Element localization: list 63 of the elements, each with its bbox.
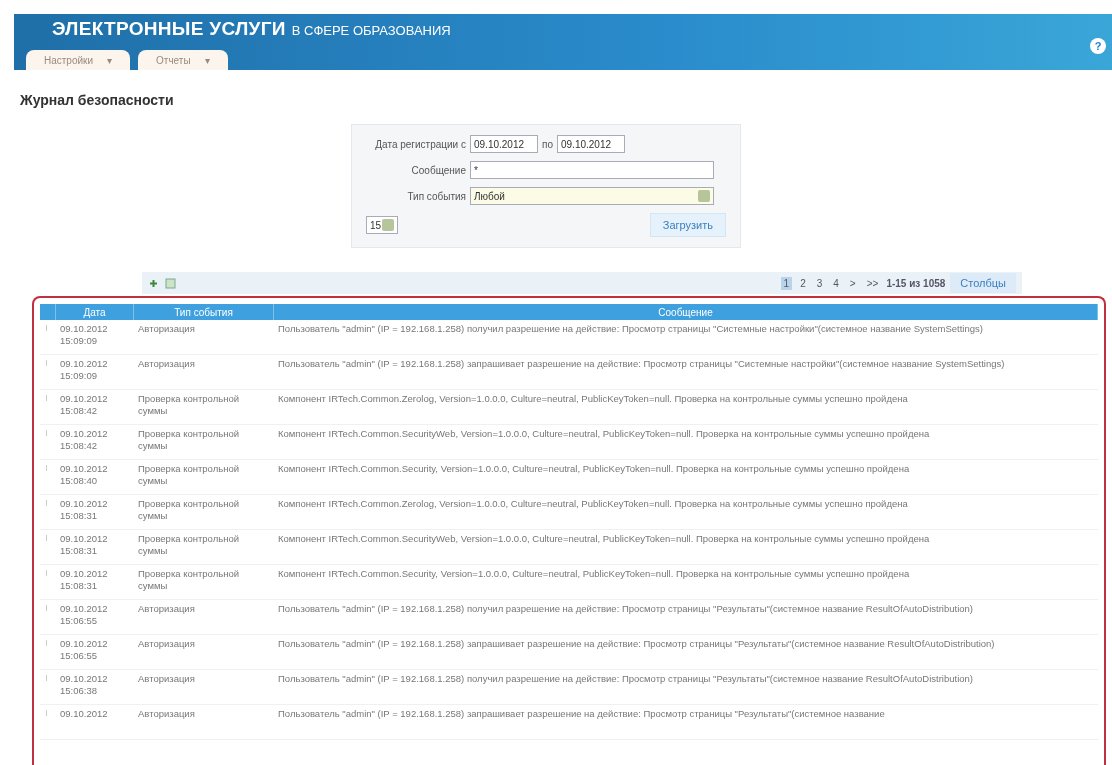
table-cell: Авторизация (134, 670, 274, 705)
table-cell: Авторизация (134, 635, 274, 670)
table-cell: 09.10.2012 15:08:42 (56, 425, 134, 460)
record-range: 1-15 из 1058 (886, 277, 946, 289)
next-page-link[interactable]: > (846, 276, 859, 290)
page-link[interactable]: 4 (830, 276, 842, 290)
table-cell: Пользователь "admin" (IP = 192.168.1.258) получил разрешение на действие: Просмотр страницы "Системные настройки"(системное название SystemSettings) (274, 320, 1098, 355)
table-cell: Компонент IRTech.Common.Zerolog, Version=1.0.0.0, Culture=neutral, PublicKeyToken=null. Проверка на контрольные суммы успешно пройдена (274, 390, 1098, 425)
table-cell: 09.10.2012 15:08:31 (56, 530, 134, 565)
table-cell: Проверка контрольной суммы (134, 390, 274, 425)
event-type-select[interactable]: Любой (470, 187, 714, 205)
table-cell: 09.10.2012 15:09:09 (56, 355, 134, 390)
table-cell: Пользователь "admin" (IP = 192.168.1.258) запрашивает разрешение на действие: Просмотр страницы "Результаты"(системное название (274, 705, 1098, 740)
table-cell: Компонент IRTech.Common.Security, Version=1.0.0.0, Culture=neutral, PublicKeyToken=null. Проверка на контрольные суммы успешно пройдена (274, 565, 1098, 600)
table-cell: Пользователь "admin" (IP = 192.168.1.258) запрашивает разрешение на действие: Просмотр страницы "Результаты"(системное название ResultOfAutoDistribution) (274, 635, 1098, 670)
table-cell: Авторизация (134, 320, 274, 355)
table-cell: Авторизация (134, 355, 274, 390)
table-cell: 09.10.2012 15:08:40 (56, 460, 134, 495)
field-label: Тип события (406, 190, 466, 202)
page-link[interactable]: 3 (813, 276, 826, 290)
table-cell: Авторизация (134, 600, 274, 635)
add-icon[interactable] (148, 277, 159, 289)
table-cell: Компонент IRTech.Common.SecurityWeb, Version=1.0.0.0, Culture=neutral, PublicKeyToken=null. Проверка на контрольные суммы успешно пройдена (274, 530, 1098, 565)
table-cell: Проверка контрольной суммы (134, 460, 274, 495)
table-cell: Проверка контрольной суммы (134, 565, 274, 600)
table-cell: Компонент IRTech.Common.Zerolog, Version=1.0.0.0, Culture=neutral, PublicKeyToken=null. Проверка на контрольные суммы успешно пройдена (274, 495, 1098, 530)
table-cell: Проверка контрольной суммы (134, 425, 274, 460)
help-icon[interactable]: ? (1090, 38, 1106, 54)
last-page-link[interactable]: >> (863, 276, 882, 290)
table-cell: Проверка контрольной суммы (134, 530, 274, 565)
site-title: ЭЛЕКТРОННЫЕ УСЛУГИ (52, 18, 286, 40)
export-icon[interactable] (165, 277, 176, 289)
date-to-field[interactable]: 09.10.2012 (557, 135, 625, 153)
table-cell: Пользователь "admin" (IP = 192.168.1.258) получил разрешение на действие: Просмотр страницы "Результаты"(системное название ResultOfAutoDistribution) (274, 670, 1098, 705)
table-cell: 09.10.2012 15:06:55 (56, 635, 134, 670)
table-cell: Компонент IRTech.Common.Security, Version=1.0.0.0, Culture=neutral, PublicKeyToken=null. Проверка на контрольные суммы успешно пройдена (274, 460, 1098, 495)
field-label: Сообщение (410, 164, 466, 176)
page-link[interactable]: 2 (797, 276, 809, 290)
table-cell: Компонент IRTech.Common.SecurityWeb, Version=1.0.0.0, Culture=neutral, PublicKeyToken=null. Проверка на контрольные суммы успешно пройдена (274, 425, 1098, 460)
column-header (40, 304, 56, 320)
table-cell: 09.10.2012 15:08:42 (56, 390, 134, 425)
message-field[interactable]: * (470, 161, 714, 179)
table-cell: 09.10.2012 15:09:09 (56, 320, 134, 355)
page-link[interactable]: 1 (780, 276, 793, 290)
table-cell: Проверка контрольной суммы (134, 495, 274, 530)
menu-tab[interactable]: Отчеты ▾ (138, 50, 228, 70)
table-cell: 09.10.2012 15:08:31 (56, 495, 134, 530)
field-label: Дата регистрации с (374, 138, 466, 150)
table-cell: 09.10.2012 15:06:55 (56, 600, 134, 635)
table-cell: 09.10.2012 15:06:38 (56, 670, 134, 705)
page-title: Журнал безопасности (20, 92, 175, 108)
field-label: по (542, 138, 553, 150)
table-cell: 09.10.2012 (56, 705, 134, 740)
table-cell: Пользователь "admin" (IP = 192.168.1.258) получил разрешение на действие: Просмотр страницы "Результаты"(системное название ResultOfAutoDistribution) (274, 600, 1098, 635)
date-from-field[interactable]: 09.10.2012 (470, 135, 538, 153)
columns-button[interactable]: Столбцы (950, 273, 1016, 293)
site-subtitle: В СФЕРЕ ОБРАЗОВАНИЯ (291, 23, 451, 38)
load-button[interactable]: Загрузить (649, 213, 726, 237)
table-cell: Авторизация (134, 705, 274, 740)
table-cell: Пользователь "admin" (IP = 192.168.1.258) запрашивает разрешение на действие: Просмотр страницы "Системные настройки"(системное название SystemSettings) (274, 355, 1098, 390)
table-cell: 09.10.2012 15:08:31 (56, 565, 134, 600)
page-size-select[interactable]: 15 (366, 216, 398, 234)
menu-tab[interactable]: Настройки ▾ (26, 50, 131, 70)
